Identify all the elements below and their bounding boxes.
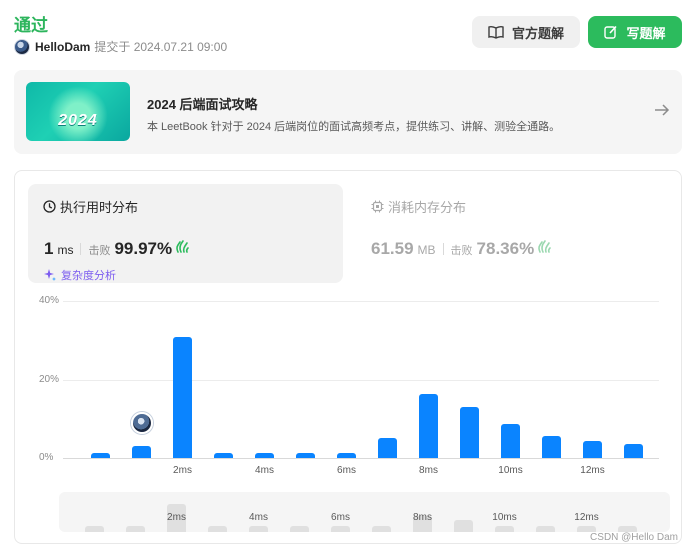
y-tick-label: 40% xyxy=(39,295,60,306)
leetbook-cover-image: 2024 xyxy=(26,82,130,141)
runtime-bar[interactable] xyxy=(501,424,520,458)
write-solution-label: 写题解 xyxy=(626,25,666,41)
runtime-beat-label: 击败 xyxy=(88,245,111,257)
runtime-bar[interactable] xyxy=(337,452,356,458)
x-tick-label: 8ms xyxy=(419,465,438,476)
banner-title: 2024 后端面试攻略 xyxy=(147,97,258,112)
runtime-bar[interactable] xyxy=(255,452,274,458)
navigator-bar xyxy=(249,526,268,532)
memory-heading: 消耗内存分布 xyxy=(371,197,466,216)
navigator-bar xyxy=(454,520,473,532)
runtime-heading: 执行用时分布 xyxy=(43,197,138,216)
banner-description: 本 LeetBook 针对于 2024 后端岗位的面试高频考点，提供练习、讲解、… xyxy=(147,121,561,133)
runtime-beat-value: 99.97% xyxy=(114,239,173,258)
runtime-bar[interactable] xyxy=(624,443,643,458)
runtime-bar[interactable] xyxy=(296,452,315,458)
clock-icon xyxy=(43,200,56,213)
memory-beat-label: 击败 xyxy=(450,245,473,257)
navigator-tick-label: 8ms xyxy=(413,512,432,523)
gridline xyxy=(63,301,659,302)
runtime-heading-label: 执行用时分布 xyxy=(60,200,139,215)
navigator-bar xyxy=(536,526,555,532)
edit-icon xyxy=(604,25,618,39)
my-result-avatar[interactable] xyxy=(130,412,153,435)
official-solution-button[interactable]: 官方题解 xyxy=(472,16,580,48)
runtime-bar[interactable] xyxy=(214,452,233,458)
navigator-bar xyxy=(495,526,514,532)
navigator-bar xyxy=(290,526,309,532)
runtime-value: 1 xyxy=(44,239,54,258)
runtime-bar[interactable] xyxy=(542,436,561,458)
clap-icon xyxy=(538,240,552,253)
x-tick-label: 10ms xyxy=(498,465,523,476)
sparkle-icon xyxy=(44,269,56,281)
username[interactable]: HelloDam xyxy=(35,40,90,54)
memory-value: 61.59 xyxy=(371,239,414,258)
complexity-analysis-label: 复杂度分析 xyxy=(61,270,116,282)
clap-icon xyxy=(176,240,189,253)
runtime-bar[interactable] xyxy=(173,337,192,458)
status-title: 通过 xyxy=(14,16,48,35)
runtime-bar[interactable] xyxy=(91,452,110,458)
book-icon xyxy=(488,25,504,39)
navigator-bar xyxy=(85,526,104,532)
submitted-time: 提交于 2024.07.21 09:00 xyxy=(94,40,228,54)
navigator-bar xyxy=(372,526,391,532)
write-solution-button[interactable]: 写题解 xyxy=(588,16,682,48)
runtime-bar[interactable] xyxy=(419,394,438,458)
x-tick-label: 12ms xyxy=(580,465,605,476)
memory-heading-label: 消耗内存分布 xyxy=(388,200,467,215)
y-tick-label: 20% xyxy=(39,373,60,385)
memory-tab[interactable]: 消耗内存分布 61.59 MB 击败 78.36% xyxy=(356,184,656,283)
submission-info: HelloDam 提交于 2024.07.21 09:00 xyxy=(14,38,227,55)
runtime-bar[interactable] xyxy=(583,441,602,458)
memory-unit: MB xyxy=(417,243,436,257)
navigator-tick-label: 6ms xyxy=(331,512,350,523)
chip-icon xyxy=(371,200,384,213)
arrow-right-icon[interactable] xyxy=(654,103,670,117)
runtime-bar[interactable] xyxy=(460,406,479,458)
official-solution-label: 官方题解 xyxy=(511,25,564,41)
x-tick-label: 2ms xyxy=(173,465,192,476)
navigator-tick-label: 12ms xyxy=(574,512,599,523)
runtime-tab[interactable]: 执行用时分布 1 ms 击败 99.97% 复杂度分析 xyxy=(28,184,343,283)
x-tick-label: 4ms xyxy=(255,465,274,476)
watermark: CSDN @Hello Dam xyxy=(590,532,678,543)
runtime-bar[interactable] xyxy=(378,437,397,458)
runtime-value-row: 1 ms 击败 99.97% xyxy=(44,239,191,259)
gridline xyxy=(63,379,659,381)
navigator-bar xyxy=(331,526,350,532)
chart-range-navigator[interactable]: 2ms 4ms 6ms 8ms 10ms 12ms xyxy=(59,492,670,532)
leetbook-banner[interactable]: 2024 2024 后端面试攻略 本 LeetBook 针对于 2024 后端岗… xyxy=(14,70,682,154)
navigator-tick-label: 2ms xyxy=(167,512,186,523)
memory-value-row: 61.59 MB 击败 78.36% xyxy=(371,239,553,259)
complexity-analysis-link[interactable]: 复杂度分析 xyxy=(43,267,116,283)
navigator-bar xyxy=(208,526,227,532)
avatar[interactable] xyxy=(14,38,30,55)
navigator-tick-label: 10ms xyxy=(492,512,517,523)
navigator-bar xyxy=(126,526,145,532)
distribution-card: 执行用时分布 1 ms 击败 99.97% 复杂度分析 消耗内存分布 61.59… xyxy=(14,170,682,544)
x-tick-label: 6ms xyxy=(337,465,356,476)
navigator-tick-label: 4ms xyxy=(249,512,268,523)
runtime-unit: ms xyxy=(57,243,74,257)
memory-beat-value: 78.36% xyxy=(476,239,535,258)
y-tick-label: 0% xyxy=(39,452,54,463)
runtime-bar[interactable] xyxy=(132,446,151,458)
gridline xyxy=(63,458,659,459)
cover-year: 2024 xyxy=(58,112,98,129)
